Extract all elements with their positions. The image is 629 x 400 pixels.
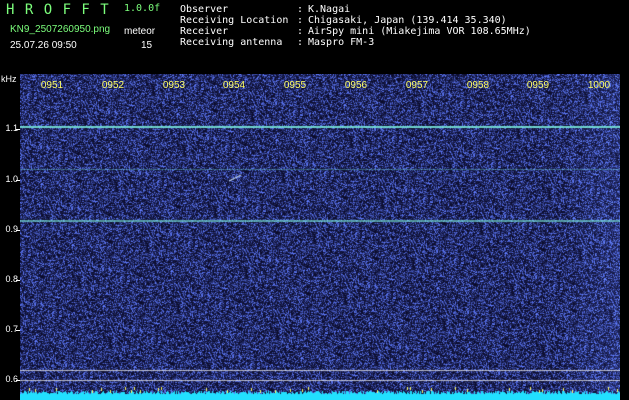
app-title: H R O F F T [6,2,110,18]
info-value-receiver: AirSpy mini (Miakejima VOR 108.65MHz) [308,26,531,37]
y-tick-label: 0.8 [5,274,18,284]
x-tick-label: 0951 [40,80,64,91]
spectrogram-plot [20,74,620,400]
y-tick-label: 0.9 [5,224,18,234]
file-name: KN9_2507260950.png [10,24,111,35]
x-tick-label: 0959 [526,80,550,91]
app-version: 1.0.0f [124,3,161,14]
x-tick-label: 0955 [283,80,307,91]
info-value-antenna: Maspro FM-3 [308,37,375,48]
date-time: 25.07.26 09:50 [10,40,77,51]
y-tick-label: 0.7 [5,324,18,334]
y-tick-label: 1.0 [5,174,18,184]
x-tick-label: 0952 [101,80,125,91]
y-tick-label: 0.6 [5,374,18,384]
x-tick-label: 0956 [344,80,368,91]
info-label-receiver: Receiver [180,26,229,37]
info-label-observer: Observer [180,4,229,15]
info-value-observer: K.Nagai [308,4,351,15]
y-axis-unit: kHz [1,74,17,84]
mode-label: meteor [124,26,156,37]
x-tick-label: 0954 [222,80,246,91]
x-tick-label: 0953 [162,80,186,91]
x-tick-label: 0958 [466,80,490,91]
info-colon: : [297,37,304,48]
x-tick-label: 0957 [405,80,429,91]
y-axis: 1.1 1.0 0.9 0.8 0.7 0.6 [0,74,20,400]
x-tick-label: 1000 [587,80,611,91]
info-colon: : [297,4,304,15]
header-panel: H R O F F T 1.0.0f KN9_2507260950.png me… [0,0,629,74]
info-colon: : [297,26,304,37]
info-value-location: Chigasaki, Japan (139.414 35.340) [308,15,507,26]
info-colon: : [297,15,304,26]
y-tick-label: 1.1 [5,123,18,133]
info-label-antenna: Receiving antenna [180,37,283,48]
mode-value: 15 [141,40,153,51]
info-label-location: Receiving Location [180,15,289,26]
